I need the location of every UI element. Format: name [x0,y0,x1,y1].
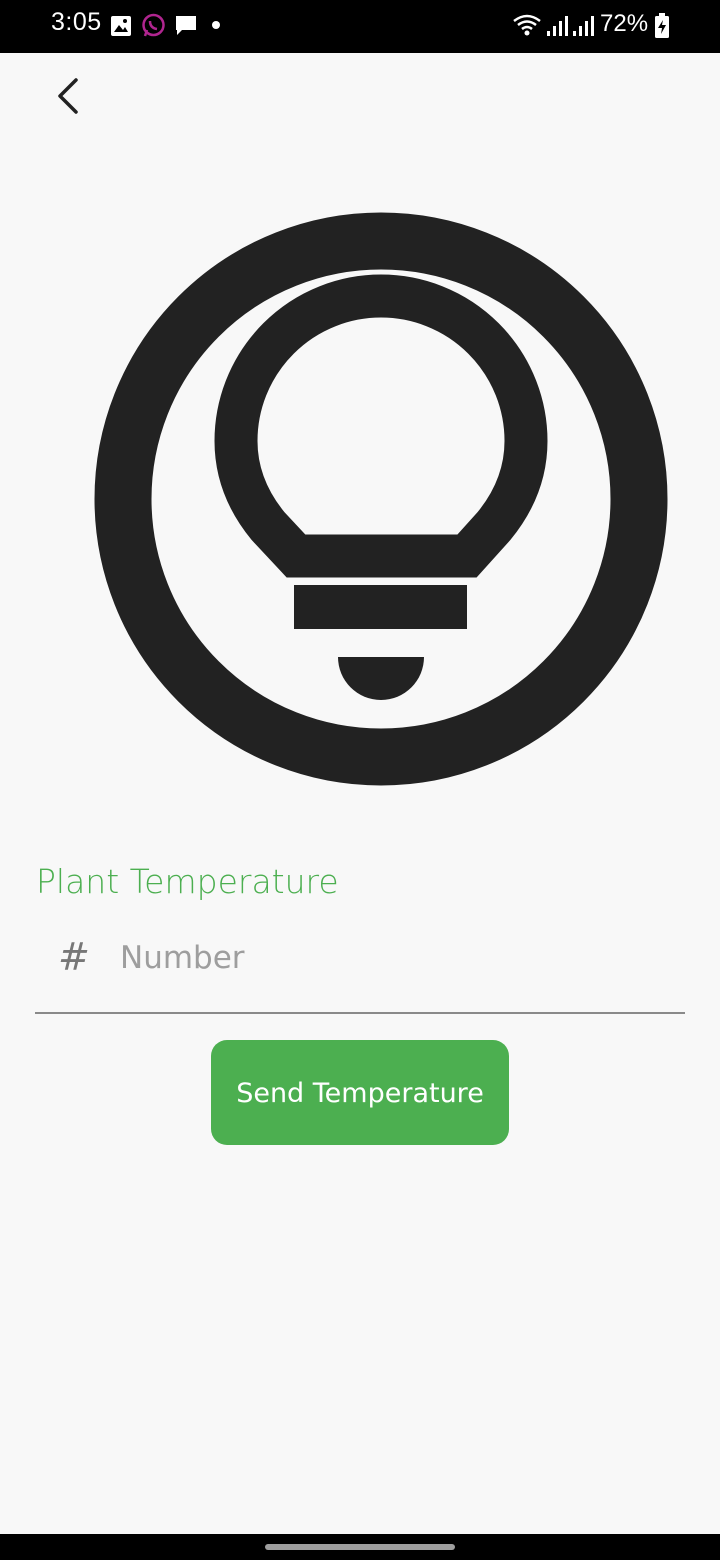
battery-charging-icon [655,13,669,38]
chevron-left-icon [58,78,78,114]
input-underline [35,1012,685,1014]
lightbulb-circle-icon [94,212,668,786]
signal-icon [573,16,594,36]
back-button[interactable] [40,68,96,124]
status-bar: 3:05 72% [0,0,720,53]
signal-icon [547,16,568,36]
navigation-bar [0,1534,720,1560]
send-temperature-button[interactable]: Send Temperature [211,1040,509,1145]
screen: 3:05 72% Plant Temperature # Number Send… [0,0,720,1560]
hash-icon: # [58,935,90,979]
wifi-icon [513,14,541,36]
temperature-number-input[interactable] [118,930,682,986]
home-gesture-handle[interactable] [265,1544,455,1550]
plant-temperature-label: Plant Temperature [36,862,339,901]
status-time: 3:05 [51,8,102,36]
gallery-icon [111,16,131,36]
battery-percent: 72% [600,10,649,37]
notification-dot-icon [212,21,220,29]
message-icon [176,16,196,35]
whatsapp-icon [142,13,165,37]
